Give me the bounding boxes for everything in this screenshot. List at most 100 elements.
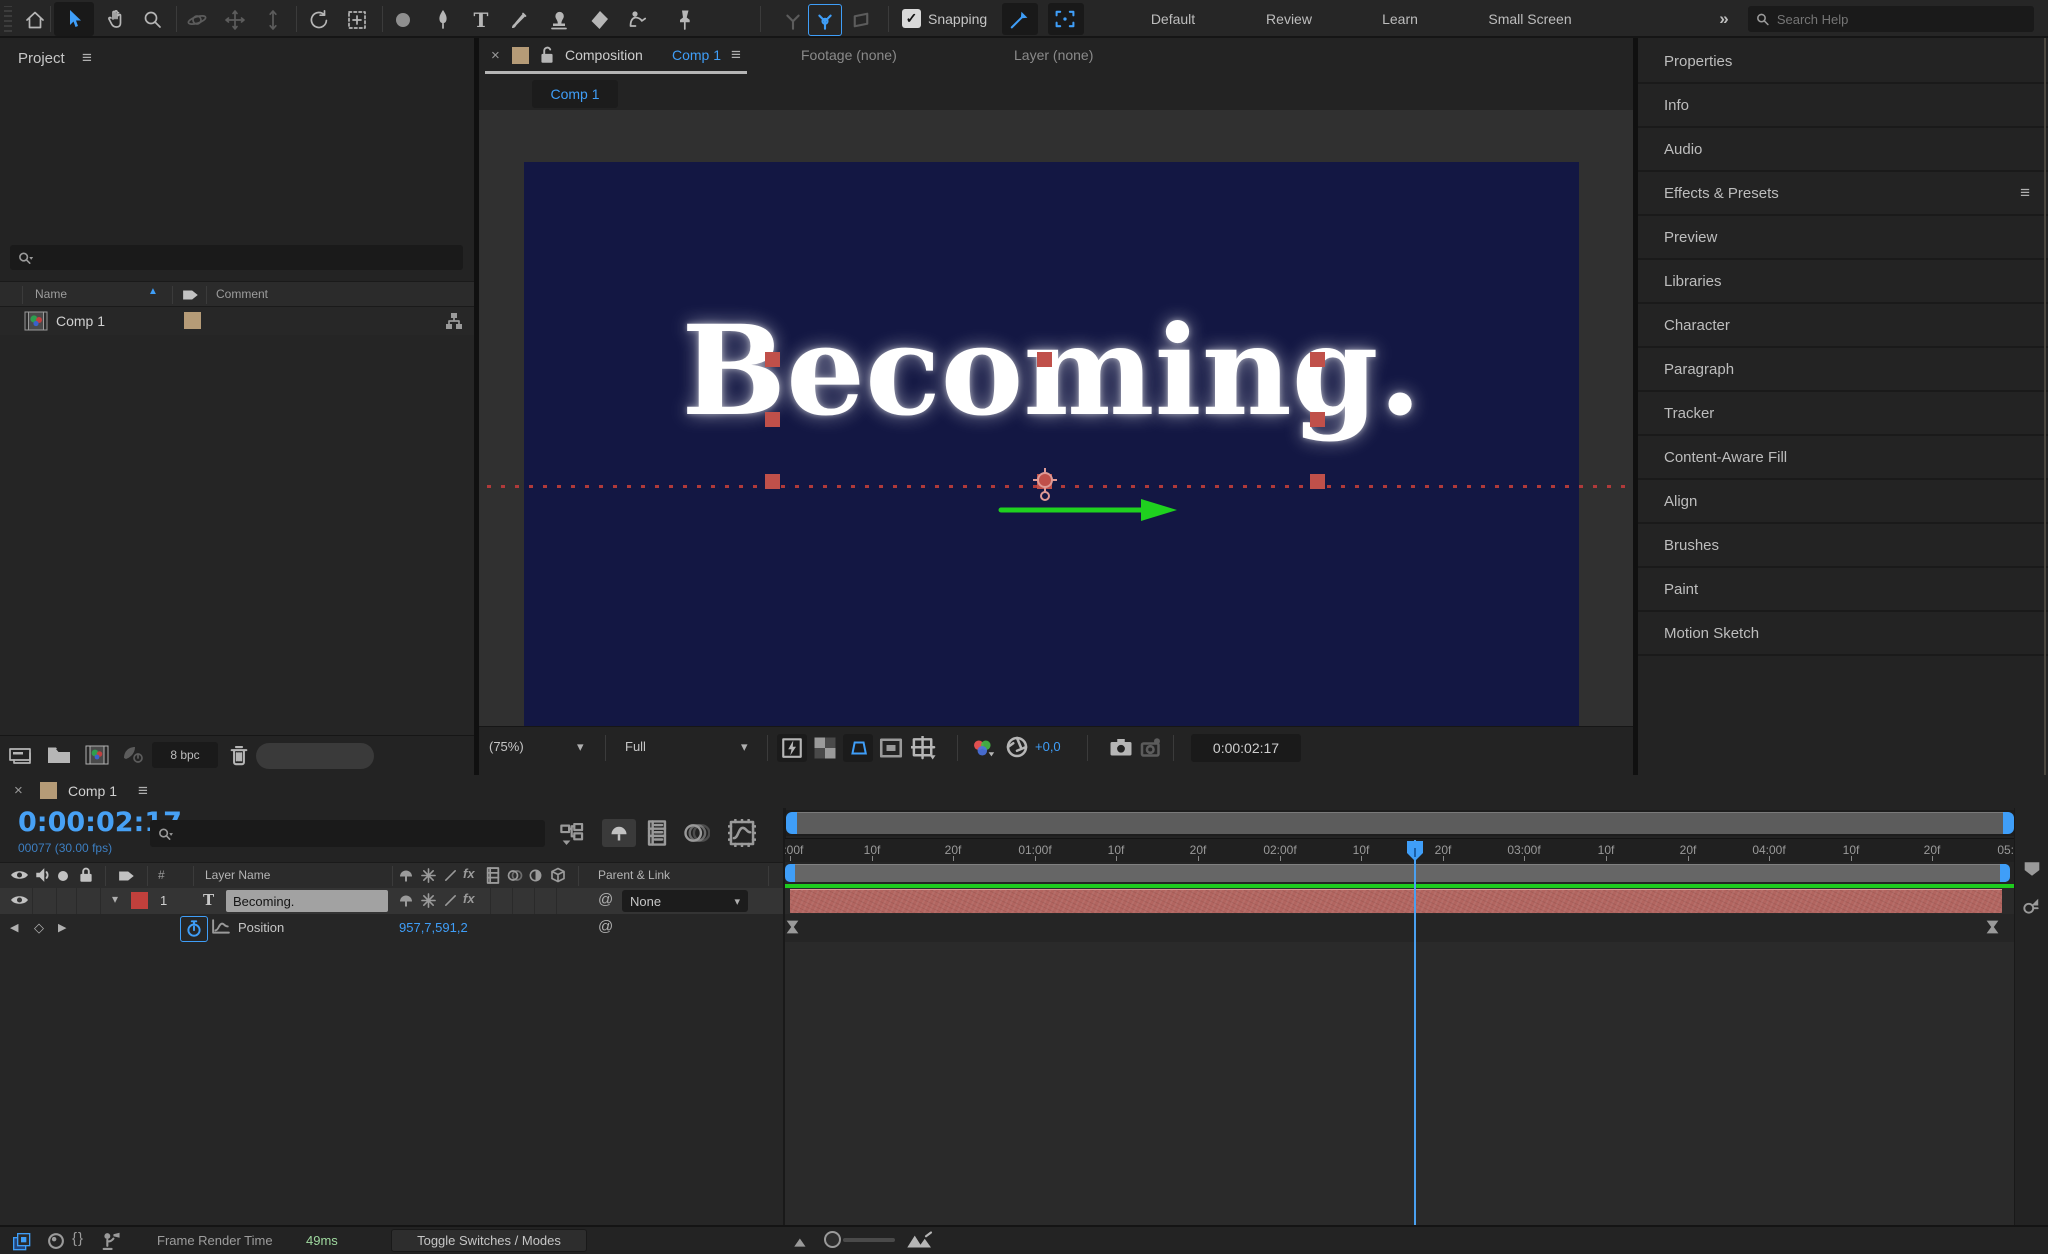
layer-switches-pane-toggle-icon[interactable] <box>12 1231 34 1254</box>
panel-menu-icon[interactable]: ≡ <box>2020 183 2030 203</box>
project-search[interactable] <box>10 245 463 270</box>
layer-duration-bar[interactable] <box>790 889 2002 913</box>
view-axis-mode-icon[interactable] <box>848 7 874 33</box>
property-value[interactable]: 957,7,591,2 <box>399 920 468 935</box>
project-item-row[interactable]: Comp 1 <box>0 307 474 335</box>
selection-handle[interactable] <box>765 474 780 489</box>
hand-tool-icon[interactable] <box>104 7 130 33</box>
project-search-input[interactable] <box>39 249 455 266</box>
interpret-footage-icon[interactable] <box>8 744 36 769</box>
viewer-menu-icon[interactable]: ≡ <box>731 45 741 65</box>
grid-and-guides-icon[interactable] <box>911 736 937 763</box>
show-snapshot-icon[interactable] <box>1139 736 1163 763</box>
panel-tab-motion-sketch[interactable]: Motion Sketch <box>1638 612 2048 656</box>
timeline-zoom-slider-knob[interactable] <box>824 1231 841 1248</box>
pen-tool-icon[interactable] <box>430 7 456 33</box>
magnification-dropdown[interactable]: (75%) <box>489 739 524 754</box>
composition-tab-target[interactable]: Comp 1 <box>672 47 721 63</box>
timeline-menu-icon[interactable]: ≡ <box>138 781 148 801</box>
clone-stamp-tool-icon[interactable] <box>546 7 572 33</box>
panel-tab-info[interactable]: Info <box>1638 84 2048 128</box>
parent-dropdown[interactable]: None▾ <box>622 890 748 912</box>
viewer-pasteboard[interactable]: Becoming. <box>479 110 1633 726</box>
layer-visibility-eye-icon[interactable] <box>10 893 29 910</box>
layer-expand-chevron[interactable]: ▾ <box>112 892 118 906</box>
unlock-icon[interactable] <box>539 45 555 68</box>
zoom-in-mountains-icon[interactable] <box>906 1231 936 1252</box>
puppet-pin-tool-icon[interactable] <box>672 7 698 33</box>
previous-keyframe-icon[interactable]: ◀ <box>10 921 18 934</box>
composition-mini-flowchart-icon[interactable] <box>560 823 586 848</box>
layer-fx-switch[interactable]: fx <box>463 891 475 906</box>
world-axis-mode-icon[interactable] <box>808 4 842 36</box>
rotation-tool-icon[interactable] <box>306 7 332 33</box>
pan-camera-tool-icon[interactable] <box>222 7 248 33</box>
graph-property-icon[interactable] <box>212 919 230 938</box>
work-area-start-handle[interactable] <box>785 864 795 882</box>
property-name[interactable]: Position <box>238 920 284 935</box>
viewer-subtab-comp1[interactable]: Comp 1 <box>532 80 618 108</box>
horizontal-scrollbar-thumb[interactable] <box>256 743 374 769</box>
layer-name-column-header[interactable]: Layer Name <box>205 868 270 882</box>
layer-effects-switch[interactable] <box>421 893 436 911</box>
local-axis-mode-icon[interactable] <box>780 7 806 33</box>
time-navigator[interactable] <box>786 810 2014 836</box>
snap-to-features-toggle[interactable] <box>1002 3 1038 35</box>
viewer-timecode[interactable]: 0:00:02:17 <box>1191 734 1301 762</box>
close-icon[interactable]: × <box>14 782 23 799</box>
bit-depth-button[interactable]: 8 bpc <box>152 742 218 768</box>
playhead-handle[interactable] <box>1406 840 1424 865</box>
property-pickwhip-icon[interactable]: @ <box>598 918 613 935</box>
layer-quality-switch[interactable] <box>443 893 458 911</box>
new-composition-icon[interactable] <box>84 744 110 769</box>
layer-tab[interactable]: Layer (none) <box>1014 47 1093 63</box>
panel-tab-paragraph[interactable]: Paragraph <box>1638 348 2048 392</box>
next-keyframe-icon[interactable]: ▶ <box>58 921 66 934</box>
transfer-controls-pane-toggle-icon[interactable] <box>46 1231 66 1254</box>
work-area-row[interactable] <box>785 862 2014 884</box>
brush-tool-icon[interactable] <box>506 7 532 33</box>
pan-behind-tool-icon[interactable] <box>344 7 370 33</box>
layer-shy-switch[interactable] <box>398 893 414 911</box>
work-area-end-handle[interactable] <box>2000 864 2010 882</box>
home-tool-icon[interactable] <box>22 7 48 33</box>
layer-name[interactable]: Becoming. <box>226 890 388 912</box>
selection-handle[interactable] <box>1310 412 1325 427</box>
timeline-search[interactable] <box>150 820 545 847</box>
label-color-swatch[interactable] <box>184 312 201 329</box>
roto-brush-tool-icon[interactable] <box>624 7 650 33</box>
timeline-zoom-slider-track[interactable] <box>843 1238 895 1242</box>
frame-blending-toggle-icon[interactable] <box>646 820 668 849</box>
layer-row[interactable]: ▾ 1 T Becoming. fx @ None▾ <box>0 888 783 914</box>
snapping-checkbox[interactable]: ✓ <box>902 9 921 28</box>
workspace-learn[interactable]: Learn <box>1382 0 1418 38</box>
panel-tab-align[interactable]: Align <box>1638 480 2048 524</box>
audio-column-speaker-icon[interactable] <box>34 867 50 886</box>
property-row[interactable]: ◀ ◇ ▶ Position 957,7,591,2 @ <box>0 914 783 942</box>
type-tool-icon[interactable]: T <box>468 7 494 33</box>
channels-icon[interactable] <box>969 736 997 763</box>
selection-handle[interactable] <box>1310 474 1325 489</box>
toggle-switches-modes-button[interactable]: Toggle Switches / Modes <box>391 1229 587 1252</box>
selection-tool[interactable] <box>54 2 94 36</box>
panel-tab-brushes[interactable]: Brushes <box>1638 524 2048 568</box>
transparency-grid-icon[interactable] <box>813 736 837 763</box>
composition-canvas[interactable] <box>524 162 1579 726</box>
comment-column-header[interactable]: Comment <box>216 287 268 301</box>
parent-link-column-header[interactable]: Parent & Link <box>598 868 670 882</box>
time-ruler[interactable]: 0:00f 10f 20f 01:00f 10f 20f 02:00f 10f … <box>785 838 2014 862</box>
panel-tab-effects-presets[interactable]: Effects & Presets≡ <box>1638 172 2048 216</box>
selection-handle[interactable] <box>1037 352 1052 367</box>
panel-tab-character[interactable]: Character <box>1638 304 2048 348</box>
solo-column-icon[interactable] <box>58 871 68 881</box>
chevron-down-icon[interactable]: ▾ <box>741 739 748 755</box>
exposure-value[interactable]: +0,0 <box>1035 739 1061 754</box>
footage-tab[interactable]: Footage (none) <box>801 47 897 63</box>
render-engine-icon[interactable] <box>120 744 146 769</box>
motion-blur-toggle-icon[interactable] <box>682 821 710 848</box>
label-column-icon[interactable] <box>118 868 136 887</box>
sort-ascending-icon[interactable]: ▲ <box>148 286 158 297</box>
layer-color-swatch[interactable] <box>131 892 148 909</box>
orbit-camera-tool-icon[interactable] <box>184 7 210 33</box>
exposure-icon[interactable] <box>1005 735 1029 762</box>
